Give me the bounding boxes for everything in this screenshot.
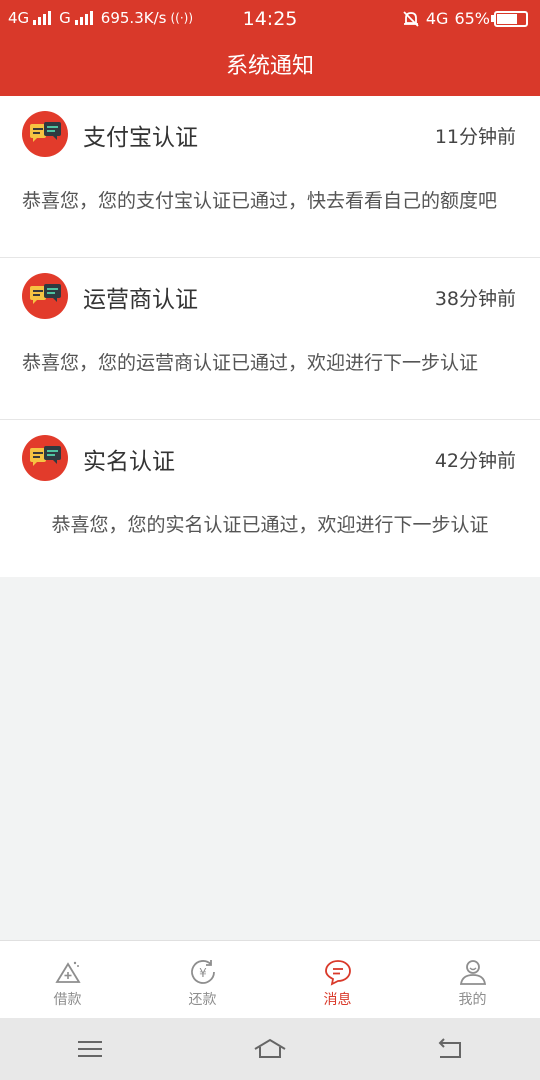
tab-label: 借款 [53, 992, 82, 1008]
notification-time: 38分钟前 [434, 288, 516, 310]
page: 4G G 695.3K/s ((·)) 14:25 4G 65% 系统通知 支付… [0, 0, 540, 1080]
notification-body: 恭喜您，您的运营商认证已通过，欢迎进行下一步认证 [22, 352, 479, 374]
system-nav-bar [0, 1018, 540, 1080]
tab-repay[interactable]: ¥ 还款 [135, 941, 270, 1018]
notification-item[interactable]: 支付宝认证 11分钟前 恭喜您，您的支付宝认证已通过，快去看看自己的额度吧 [0, 96, 540, 258]
tab-profile[interactable]: 我的 [405, 941, 540, 1018]
notification-time: 11分钟前 [434, 126, 516, 148]
status-right: 4G 65% [402, 9, 528, 28]
notification-body: 恭喜您，您的实名认证已通过，欢迎进行下一步认证 [51, 514, 489, 536]
message-icon [324, 960, 351, 986]
tab-borrow[interactable]: 借款 [0, 941, 135, 1018]
tab-message[interactable]: 消息 [270, 941, 405, 1018]
chat-bubbles-icon [22, 111, 68, 157]
notification-item[interactable]: 运营商认证 38分钟前 恭喜您，您的运营商认证已通过，欢迎进行下一步认证 [0, 258, 540, 420]
notification-title: 实名认证 [83, 449, 175, 475]
profile-icon [459, 960, 486, 985]
page-title: 系统通知 [0, 38, 540, 96]
notification-time: 42分钟前 [434, 450, 516, 472]
mute-bell-icon [403, 10, 419, 27]
battery-icon [491, 10, 528, 27]
borrow-icon [54, 961, 81, 983]
chat-bubbles-icon [22, 435, 68, 481]
back-icon[interactable] [432, 1035, 468, 1063]
repay-icon: ¥ [190, 960, 215, 984]
tab-label: 消息 [323, 992, 352, 1008]
notification-title: 支付宝认证 [83, 125, 198, 151]
network-type-right: 4G [425, 9, 449, 28]
tab-label: 还款 [188, 992, 217, 1008]
notification-body: 恭喜您，您的支付宝认证已通过，快去看看自己的额度吧 [22, 190, 498, 212]
battery-percent: 65% [454, 9, 490, 28]
home-icon[interactable] [252, 1035, 288, 1063]
svg-text:¥: ¥ [199, 966, 207, 980]
notification-item[interactable]: 实名认证 42分钟前 恭喜您，您的实名认证已通过，欢迎进行下一步认证 [0, 420, 540, 577]
notification-title: 运营商认证 [83, 287, 198, 313]
menu-icon[interactable] [72, 1035, 108, 1063]
tab-label: 我的 [458, 992, 487, 1008]
status-bar: 4G G 695.3K/s ((·)) 14:25 4G 65% [0, 0, 540, 38]
notification-list: 支付宝认证 11分钟前 恭喜您，您的支付宝认证已通过，快去看看自己的额度吧 运营… [0, 96, 540, 577]
chat-bubbles-icon [22, 273, 68, 319]
bottom-tab-bar: 借款 ¥ 还款 消息 我的 [0, 940, 540, 1018]
